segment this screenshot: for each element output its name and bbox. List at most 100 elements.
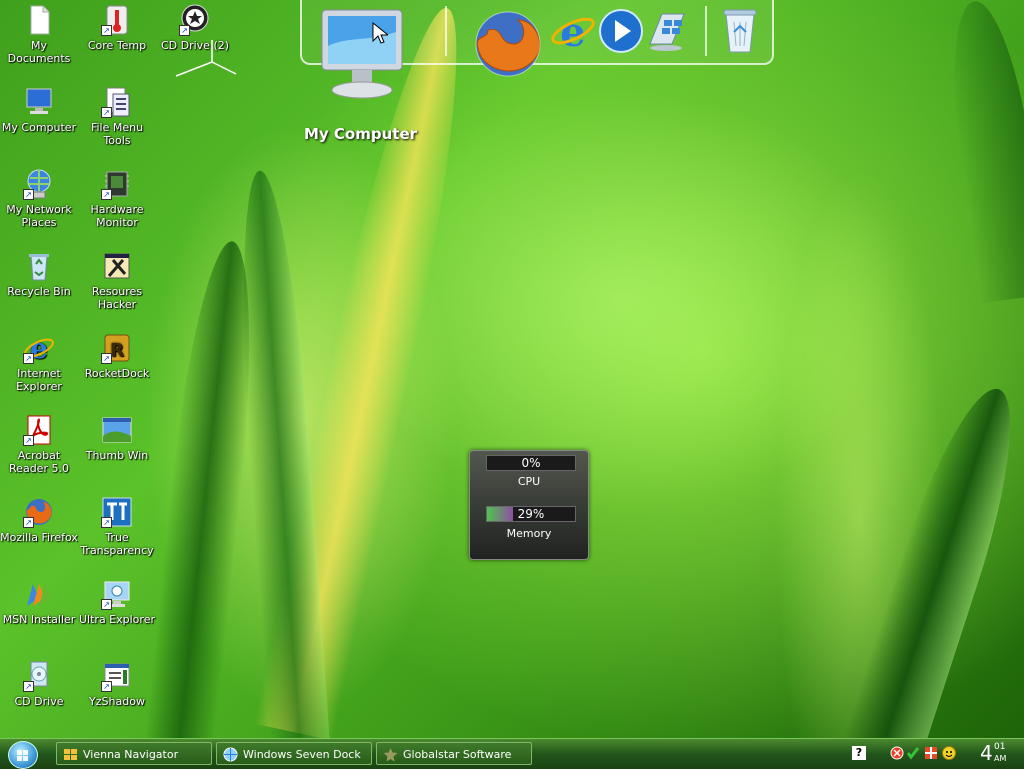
shadow-icon: ↗ (101, 660, 133, 692)
computer-icon (23, 86, 55, 118)
gadget-decoration (175, 40, 237, 77)
windows-update-icon (649, 13, 685, 51)
acrobat-icon: ↗ (23, 414, 55, 446)
hacker-icon (101, 250, 133, 282)
recycle-bin-icon (723, 9, 757, 53)
emoticon-icon[interactable] (942, 746, 956, 760)
windows-flag-icon (64, 749, 77, 760)
shortcut-arrow-icon: ↗ (101, 599, 112, 610)
shortcut-arrow-icon: ↗ (101, 25, 112, 36)
desktop-icon-hardware-monitor[interactable]: ↗ Hardware Monitor (78, 168, 156, 229)
network-icon: ↗ (23, 168, 55, 200)
windows-logo-icon (17, 750, 28, 761)
shortcut-arrow-icon: ↗ (23, 681, 34, 692)
desktop-icon-recycle-bin[interactable]: Recycle Bin (0, 250, 78, 298)
shortcut-arrow-icon: ↗ (23, 435, 34, 446)
document-icon (23, 4, 55, 36)
cd-drive-icon: ↗ (23, 660, 55, 692)
desktop-icon-cd-drive[interactable]: ↗ CD Drive (0, 660, 78, 708)
grass-blade (229, 168, 331, 752)
desktop-icon-internet-explorer[interactable]: e ↗ Internet Explorer (0, 332, 78, 393)
desktop-icon-my-computer[interactable]: My Computer (0, 86, 78, 134)
globe-icon (223, 747, 238, 762)
system-tray: ? (848, 742, 974, 766)
desktop-icon-file-menu-tools[interactable]: ↗ File Menu Tools (78, 86, 156, 147)
dock-item-computer[interactable] (316, 6, 408, 109)
grass-blade (143, 237, 267, 763)
firefox-icon (475, 11, 541, 77)
svg-text:R: R (110, 340, 124, 361)
system-meter-gadget[interactable]: 0% CPU 29% Memory (469, 450, 589, 560)
desktop-icon-mozilla-firefox[interactable]: ↗ Mozilla Firefox (0, 496, 78, 544)
task-label: Globalstar Software (403, 748, 512, 761)
check-icon[interactable] (906, 746, 920, 760)
dock-item-internet-explorer[interactable]: e (550, 8, 596, 57)
desktop-icon-yzshadow[interactable]: ↗ YzShadow (78, 660, 156, 708)
cpu-value: 0% (521, 456, 541, 470)
file-menu-icon: ↗ (101, 86, 133, 118)
dock-item-windows-update[interactable] (646, 10, 686, 55)
task-label: Windows Seven Dock (243, 748, 361, 761)
dock-separator (445, 6, 447, 56)
desktop-icon-my-documents[interactable]: My Documents (0, 4, 78, 65)
recycle-bin-icon (23, 250, 55, 282)
desktop-icon-true-transparency[interactable]: ↗ True Transparency (78, 496, 156, 557)
computer-icon (321, 9, 403, 99)
desktop-icon-msn-installer[interactable]: MSN Installer (0, 578, 78, 626)
media-player-icon (599, 9, 643, 53)
rocket-dock: e (300, 0, 774, 99)
memory-bar-fill (487, 507, 513, 521)
thermometer-icon: ↗ (101, 4, 133, 36)
ie-icon: e (551, 9, 595, 56)
dock-separator (705, 6, 707, 56)
shield-icon[interactable] (890, 746, 904, 760)
cd-drive-icon: ↗ (179, 4, 211, 36)
desktop-icon-rocketdock[interactable]: R ↗ RocketDock (78, 332, 156, 380)
shortcut-arrow-icon: ↗ (101, 681, 112, 692)
dock-item-firefox[interactable] (470, 8, 546, 83)
task-button-vienna-navigator[interactable]: Vienna Navigator (56, 742, 212, 765)
grass-blade (253, 0, 487, 741)
desktop-icon-core-temp[interactable]: ↗ Core Temp (78, 4, 156, 52)
explorer-icon: ↗ (101, 578, 133, 610)
shortcut-arrow-icon: ↗ (23, 353, 34, 364)
start-button[interactable] (8, 741, 38, 769)
task-button-windows-seven-dock[interactable]: Windows Seven Dock (216, 742, 372, 765)
desktop-icon-ultra-explorer[interactable]: ↗ Ultra Explorer (78, 578, 156, 626)
mouse-cursor-icon (372, 22, 388, 44)
memory-label: Memory (506, 527, 552, 540)
dock-item-media-player[interactable] (598, 8, 644, 57)
shortcut-arrow-icon: ↗ (101, 353, 112, 364)
task-button-globalstar-software[interactable]: Globalstar Software (376, 742, 532, 765)
network-tray-icon[interactable] (924, 746, 938, 760)
msn-icon (23, 578, 55, 610)
svg-text:e: e (560, 9, 585, 54)
transparency-icon: ↗ (101, 496, 133, 528)
taskbar: Vienna Navigator Windows Seven Dock Glob… (0, 738, 1024, 769)
clock-minute: 01 (994, 742, 1006, 752)
cpu-label: CPU (517, 475, 541, 488)
desktop-icon-acrobat-reader[interactable]: ↗ Acrobat Reader 5.0 (0, 414, 78, 475)
desktop-icon-thumb-win[interactable]: Thumb Win (78, 414, 156, 462)
desktop-icon-resoures-hacker[interactable]: Resoures Hacker (78, 250, 156, 311)
ie-icon: e ↗ (23, 332, 55, 365)
task-label: Vienna Navigator (83, 748, 179, 761)
grass-blade (939, 0, 1024, 304)
star-icon (383, 748, 398, 762)
shortcut-arrow-icon: ↗ (101, 517, 112, 528)
grass-blade (843, 376, 1024, 764)
shortcut-arrow-icon: ↗ (101, 107, 112, 118)
shortcut-arrow-icon: ↗ (23, 189, 34, 200)
desktop-icon-my-network-places[interactable]: ↗ My Network Places (0, 168, 78, 229)
chip-icon: ↗ (101, 168, 133, 200)
thumbnail-icon (101, 414, 133, 446)
help-icon[interactable]: ? (852, 746, 866, 760)
clock-ampm: AM (994, 754, 1007, 763)
firefox-icon: ↗ (23, 496, 55, 528)
shortcut-arrow-icon: ↗ (179, 25, 190, 36)
cpu-bar: 0% (486, 455, 576, 471)
dock-hover-label: My Computer (304, 125, 418, 143)
shortcut-arrow-icon: ↗ (23, 517, 34, 528)
clock-hour: 4 (980, 741, 993, 765)
dock-item-recycle-bin[interactable] (720, 6, 760, 57)
